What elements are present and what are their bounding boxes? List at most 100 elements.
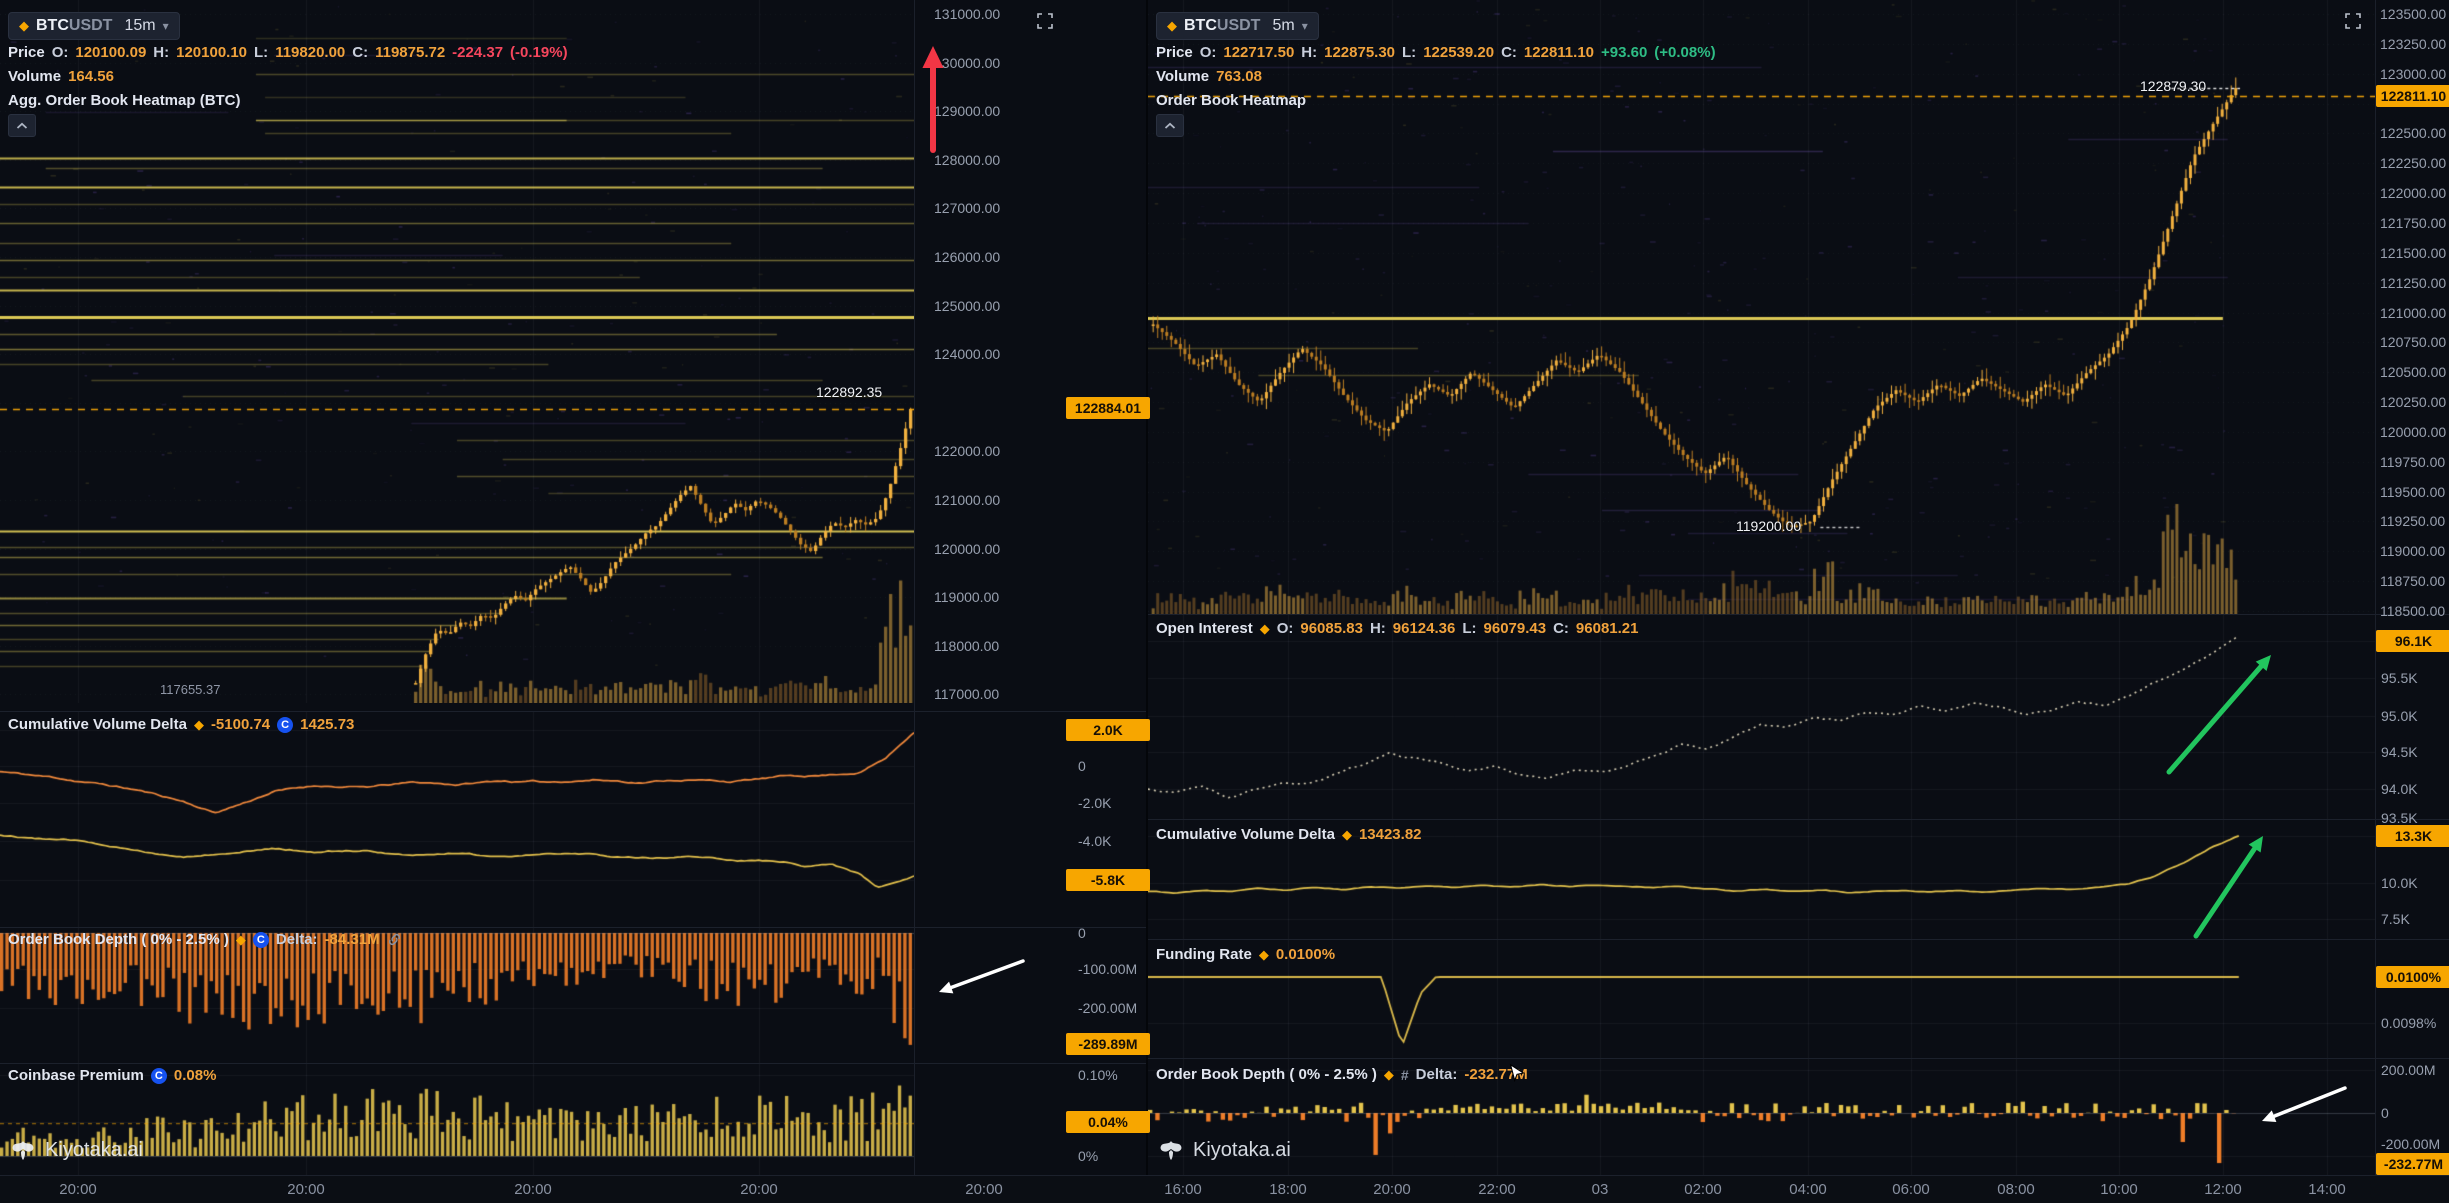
axis-tick-label: -2.0K (1078, 792, 1111, 814)
chevron-up-icon (1164, 122, 1176, 130)
cvd-chart-left[interactable] (0, 711, 914, 927)
collapse-pane-button-left[interactable] (8, 114, 36, 137)
chevron-up-icon (16, 122, 28, 130)
axis-tick-label: 129000.00 (934, 100, 1000, 122)
axis-tick-label: 0 (1078, 922, 1086, 944)
cvd-header-right: Cumulative Volume Delta ◆ 13423.82 (1156, 826, 1422, 843)
axis-tick-label: 7.5K (2381, 908, 2410, 930)
delta-value: -84.31M (325, 931, 380, 948)
change-percent: (-0.19%) (510, 44, 568, 61)
axis-tick-label: 121000.00 (2380, 302, 2446, 324)
axis-boundary (914, 0, 915, 1175)
expand-chart-button-right[interactable] (2344, 12, 2362, 35)
cvd-header-left: Cumulative Volume Delta ◆ -5100.74 C 142… (8, 716, 354, 733)
close-key: C: (1501, 44, 1517, 61)
symbol-selector-left[interactable]: ◆ BTCUSDT 15m ▾ (8, 12, 180, 40)
axis-value-badge: 0.0100% (2376, 966, 2449, 988)
time-tick-label: 18:00 (1269, 1181, 1307, 1198)
coinbase-icon: C (277, 717, 293, 733)
axis-tick-label: 94.0K (2381, 778, 2418, 800)
axis-tick-label: 10.0K (2381, 872, 2418, 894)
kiyotaka-watermark-right: Kiyotaka.ai (1158, 1138, 1291, 1162)
time-tick-label: 06:00 (1892, 1181, 1930, 1198)
obd-header-right: Order Book Depth ( 0% - 2.5% ) ◆ # Delta… (1156, 1066, 1528, 1083)
symbol-selector-right[interactable]: ◆ BTCUSDT 5m ▾ (1156, 12, 1319, 40)
axis-tick-label: 128000.00 (934, 149, 1000, 171)
funding-rate-header: Funding Rate ◆ 0.0100% (1156, 946, 1335, 963)
funding-value: 0.0100% (1276, 946, 1335, 963)
pane-separator[interactable] (1148, 614, 2449, 615)
axis-tick-label: -200.00M (1078, 997, 1137, 1019)
link-icon[interactable] (387, 932, 402, 947)
volume-label: Volume (8, 68, 61, 85)
pane-separator[interactable] (0, 711, 1146, 712)
axis-tick-label: 118500.00 (2380, 600, 2445, 622)
change-value: -224.37 (452, 44, 503, 61)
axis-tick-label: 122500.00 (2380, 122, 2446, 144)
low-key: L: (1402, 44, 1416, 61)
pane-separator[interactable] (1148, 1058, 2449, 1059)
price-label: Price (8, 44, 45, 61)
time-tick-label: 20:00 (514, 1181, 552, 1198)
axis-tick-label: 130000.00 (934, 52, 1000, 74)
low-value: 119820.00 (275, 44, 345, 61)
axis-tick-label: 121000.00 (934, 489, 1000, 511)
axis-tick-label: 121750.00 (2380, 212, 2446, 234)
expand-icon (1036, 12, 1054, 30)
low-value: 122539.20 (1423, 44, 1494, 61)
time-tick-label: 20:00 (59, 1181, 97, 1198)
axis-tick-label: 95.5K (2381, 667, 2418, 689)
expand-chart-button-left[interactable] (1036, 12, 1054, 35)
axis-value-badge: 122884.01 (1066, 397, 1150, 419)
volume-row-right: Volume 763.08 (1156, 68, 1262, 85)
pane-separator[interactable] (0, 927, 1146, 928)
axis-boundary (2375, 0, 2376, 1175)
volume-value: 164.56 (68, 68, 114, 85)
ohlc-row-left: Price O:120100.09 H:120100.10 L:119820.0… (8, 44, 568, 61)
axis-tick-label: 94.5K (2381, 741, 2418, 763)
axis-tick-label: 118750.00 (2380, 570, 2445, 592)
aggregated-icon: ◆ (1260, 621, 1270, 637)
axis-tick-label: 122000.00 (2380, 182, 2446, 204)
cvd-coinbase-value: 1425.73 (300, 716, 354, 733)
time-tick-label: 10:00 (2100, 1181, 2138, 1198)
axis-tick-label: 121250.00 (2380, 272, 2446, 294)
heatmap-indicator-label-right: Order Book Heatmap (1156, 92, 1306, 109)
axis-value-badge: 96.1K (2376, 630, 2449, 652)
ohlc-row-right: Price O:122717.50 H:122875.30 L:122539.2… (1156, 44, 1716, 61)
butterfly-logo-icon (10, 1138, 36, 1162)
low-key: L: (254, 44, 268, 61)
heatmap-indicator-label-left: Agg. Order Book Heatmap (BTC) (8, 92, 241, 109)
close-value: 119875.72 (375, 44, 445, 61)
axis-tick-label: 123000.00 (2380, 63, 2446, 85)
kiyotaka-diamond-icon: ◆ (19, 18, 29, 34)
pane-separator[interactable] (0, 1063, 1146, 1064)
volume-row-left: Volume 164.56 (8, 68, 114, 85)
axis-value-badge: -289.89M (1066, 1033, 1150, 1055)
coinbase-icon: C (151, 1068, 167, 1084)
axis-tick-label: 118000.00 (934, 635, 999, 657)
axis-tick-label: 120000.00 (934, 538, 1000, 560)
time-tick-label: 20:00 (965, 1181, 1003, 1198)
axis-tick-label: -200.00M (2381, 1133, 2440, 1155)
chevron-down-icon: ▾ (163, 19, 169, 33)
axis-tick-label: 120500.00 (2380, 361, 2446, 383)
axis-tick-label: 119250.00 (2380, 510, 2445, 532)
axis-value-badge: -5.8K (1066, 869, 1150, 891)
time-tick-label: 16:00 (1164, 1181, 1202, 1198)
pane-separator[interactable] (1148, 939, 2449, 940)
interval-label: 5m (1272, 17, 1294, 35)
change-value: +93.60 (1601, 44, 1647, 61)
collapse-pane-button-right[interactable] (1156, 114, 1184, 137)
pane-separator[interactable] (1148, 819, 2449, 820)
interval-label: 15m (124, 17, 155, 35)
open-key: O: (1200, 44, 1217, 61)
time-axis-bar[interactable] (0, 1175, 2449, 1203)
kiyotaka-dashboard: ◆ BTCUSDT 15m ▾ Price O:120100.09 H:1201… (0, 0, 2449, 1203)
high-key: H: (153, 44, 169, 61)
axis-tick-label: 126000.00 (934, 246, 1000, 268)
high-price-label: 122879.30 (2140, 78, 2206, 94)
open-interest-chart[interactable] (1148, 614, 2375, 819)
change-percent: (+0.08%) (1654, 44, 1715, 61)
mouse-cursor (1506, 1062, 1528, 1089)
